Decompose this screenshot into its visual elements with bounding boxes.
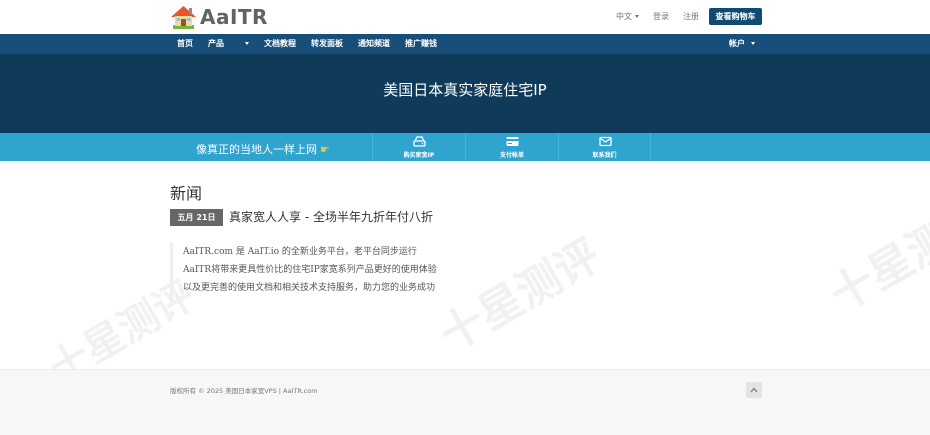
account-menu[interactable]: 帐户: [729, 34, 755, 54]
logo-text: AaITR: [200, 5, 268, 29]
nav-item-products[interactable]: 产品: [208, 34, 249, 54]
news-heading: 新闻: [170, 184, 203, 203]
contact-us-button[interactable]: 联系我们: [558, 133, 651, 161]
account-label: 帐户: [729, 39, 745, 48]
envelope-icon: [599, 136, 612, 147]
feature-bar: 像真正的当地人一样上网 ☛ 购买家宽IP 支付帐单 联系我们: [0, 133, 930, 161]
news-excerpt: AaITR.com 是 AaIT.io 的全新业务平台，老平台同步运行 AaIT…: [170, 243, 570, 303]
top-links: 中文 登录 注册: [616, 11, 699, 22]
router-icon: [413, 136, 426, 147]
footer: 版权所有 © 2025 美国日本家宽VPS | AaITR.com: [0, 369, 930, 435]
back-to-top-button[interactable]: [746, 382, 762, 398]
register-link[interactable]: 注册: [683, 11, 699, 22]
nav-item-docs[interactable]: 文档教程: [264, 34, 296, 54]
feature-label: 支付帐单: [499, 152, 524, 159]
top-bar: AaITR 中文 登录 注册 查看购物车: [0, 0, 930, 34]
excerpt-line: AaITR将带来更具性价比的住宅IP家宽系列产品更好的使用体验: [183, 265, 437, 275]
nav-item-affiliate[interactable]: 推广赚钱: [405, 34, 437, 54]
nav-item-home[interactable]: 首页: [177, 34, 193, 54]
feature-label: 联系我们: [592, 152, 617, 159]
date-badge: 五月 21日: [170, 209, 223, 226]
copyright-text: 版权所有 © 2025 美国日本家宽VPS | AaITR.com: [170, 387, 318, 395]
nav-item-notice-channel[interactable]: 通知频道: [358, 34, 390, 54]
language-label: 中文: [616, 12, 632, 21]
chevron-up-icon: [750, 387, 758, 393]
news-title-link[interactable]: 真家宽人人享 - 全场半年九折年付八折: [229, 208, 433, 225]
hero-banner: 美国日本真实家庭住宅IP: [0, 54, 930, 133]
main-nav: 首页 产品 文档教程 转发面板 通知频道 推广赚钱 帐户: [0, 34, 930, 54]
pay-bill-button[interactable]: 支付帐单: [465, 133, 558, 161]
credit-card-icon: [506, 137, 519, 146]
chevron-down-icon: [751, 42, 755, 45]
slogan-text: 像真正的当地人一样上网: [196, 143, 317, 156]
excerpt-line: AaITR.com 是 AaIT.io 的全新业务平台，老平台同步运行: [183, 247, 417, 257]
watermark: 十星测评: [821, 189, 930, 322]
language-dropdown[interactable]: 中文: [616, 11, 639, 22]
site-logo[interactable]: AaITR: [170, 4, 268, 30]
feature-slogan: 像真正的当地人一样上网 ☛: [196, 141, 330, 157]
nav-item-forward-panel[interactable]: 转发面板: [311, 34, 343, 54]
login-link[interactable]: 登录: [653, 11, 669, 22]
house-logo-icon: [171, 6, 196, 29]
chevron-down-icon: [245, 42, 249, 45]
chevron-down-icon: [635, 15, 639, 18]
feature-label: 购买家宽IP: [403, 152, 435, 159]
hero-title: 美国日本真实家庭住宅IP: [383, 81, 547, 99]
nav-item-products-label: 产品: [208, 39, 224, 48]
pointing-hand-icon: ☛: [320, 143, 330, 156]
excerpt-line: 以及更完善的使用文档和相关技术支持服务，助力您的业务成功: [183, 283, 436, 293]
buy-residential-ip-button[interactable]: 购买家宽IP: [372, 133, 465, 161]
view-cart-button[interactable]: 查看购物车: [709, 8, 762, 25]
